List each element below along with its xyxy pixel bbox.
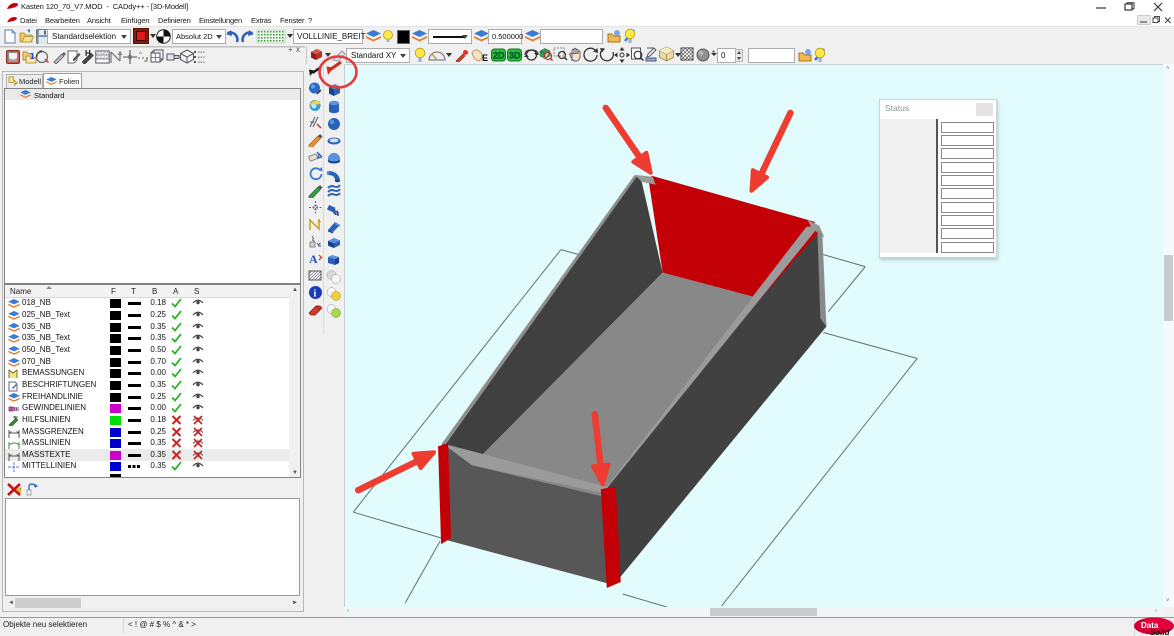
svg-text:i: i [314, 289, 317, 300]
svg-text:A: A [309, 252, 318, 266]
svg-text:2D: 2D [493, 51, 505, 61]
svg-text:3D: 3D [509, 51, 521, 61]
svg-text:Solid: Solid [1150, 628, 1171, 636]
svg-text:E: E [482, 53, 488, 63]
